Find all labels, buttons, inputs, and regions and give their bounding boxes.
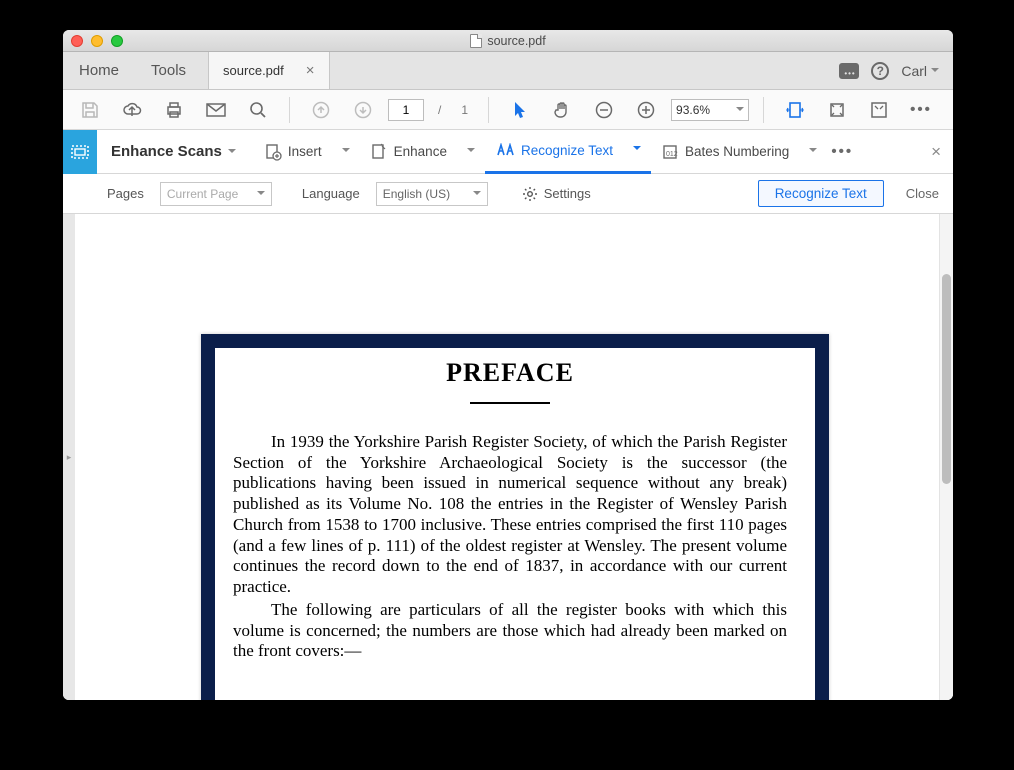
language-select[interactable]: English (US) <box>376 182 488 206</box>
close-window-button[interactable] <box>71 35 83 47</box>
bates-label: Bates Numbering <box>685 144 789 159</box>
hand-tool-icon[interactable] <box>551 99 573 121</box>
enhance-label: Enhance <box>394 144 447 159</box>
main-toolbar: / 1 93.6% ••• <box>63 90 953 130</box>
settings-label: Settings <box>544 186 591 201</box>
chevron-down-icon[interactable] <box>809 148 817 156</box>
pages-select-value: Current Page <box>167 187 249 201</box>
window-title: source.pdf <box>63 34 953 48</box>
chevron-down-icon <box>931 68 939 76</box>
fullscreen-icon[interactable] <box>868 99 890 121</box>
page-up-icon[interactable] <box>310 99 332 121</box>
tab-right-group: ••• ? Carl <box>839 52 953 89</box>
enhance-scans-toolbar: Enhance Scans Insert Enhance Recognize T… <box>63 130 953 174</box>
tab-home[interactable]: Home <box>63 52 135 89</box>
heading-rule <box>470 402 550 404</box>
recognize-text-label: Recognize Text <box>521 143 613 158</box>
scrollbar-track[interactable] <box>939 214 953 700</box>
chevron-down-icon <box>257 191 265 199</box>
settings-button[interactable]: Settings <box>522 186 591 202</box>
scrollbar-thumb[interactable] <box>942 274 951 484</box>
chevron-down-icon <box>473 191 481 199</box>
more-tools-icon[interactable]: ••• <box>910 99 932 121</box>
comments-icon[interactable]: ••• <box>839 63 859 79</box>
document-area: ▸ PREFACE In 1939 the Yorkshire Parish R… <box>63 214 953 700</box>
chevron-down-icon[interactable] <box>633 146 641 154</box>
page-number-input[interactable] <box>388 99 424 121</box>
user-menu[interactable]: Carl <box>901 63 939 79</box>
language-label: Language <box>302 186 360 201</box>
cloud-icon[interactable] <box>121 99 143 121</box>
tab-tools[interactable]: Tools <box>135 52 202 89</box>
close-panel-icon[interactable]: × <box>931 142 941 162</box>
recognize-text-subtoolbar: Pages Current Page Language English (US)… <box>63 174 953 214</box>
zoom-window-button[interactable] <box>111 35 123 47</box>
language-select-value: English (US) <box>383 187 465 201</box>
rail-grip-icon: ▸ <box>67 452 72 463</box>
pages-select[interactable]: Current Page <box>160 182 272 206</box>
enhance-scans-icon[interactable] <box>63 130 97 174</box>
zoom-in-icon[interactable] <box>635 99 657 121</box>
save-icon[interactable] <box>79 99 101 121</box>
recognize-text-tool[interactable]: Recognize Text <box>485 143 623 158</box>
insert-label: Insert <box>288 144 322 159</box>
recognize-text-tool-active: Recognize Text <box>485 130 651 174</box>
document-icon <box>470 34 482 48</box>
page-total: 1 <box>461 103 468 117</box>
page-viewport[interactable]: PREFACE In 1939 the Yorkshire Parish Reg… <box>75 214 953 700</box>
search-icon[interactable] <box>247 99 269 121</box>
page-separator: / <box>438 103 441 117</box>
tab-close-icon[interactable]: × <box>306 62 315 79</box>
chevron-down-icon[interactable] <box>467 148 475 156</box>
minimize-window-button[interactable] <box>91 35 103 47</box>
pages-label: Pages <box>107 186 144 201</box>
chevron-down-icon[interactable] <box>342 148 350 156</box>
tab-document[interactable]: source.pdf × <box>208 52 329 89</box>
doc-heading: PREFACE <box>233 358 787 388</box>
help-icon[interactable]: ? <box>871 62 889 80</box>
svg-text:012: 012 <box>666 151 678 158</box>
window-title-text: source.pdf <box>487 34 545 48</box>
doc-paragraph-1: In 1939 the Yorkshire Parish Register So… <box>233 432 787 598</box>
tab-strip: Home Tools source.pdf × ••• ? Carl <box>63 52 953 90</box>
user-name: Carl <box>901 63 927 79</box>
enhance-scans-label: Enhance Scans <box>97 143 228 160</box>
more-icon[interactable]: ••• <box>831 143 853 160</box>
tab-document-label: source.pdf <box>223 63 284 78</box>
chevron-down-icon <box>736 107 744 115</box>
close-button[interactable]: Close <box>906 186 939 201</box>
selection-tool-icon[interactable] <box>509 99 531 121</box>
recognize-text-button[interactable]: Recognize Text <box>758 180 884 207</box>
app-window: source.pdf Home Tools source.pdf × ••• ?… <box>63 30 953 700</box>
doc-paragraph-2: The following are particulars of all the… <box>233 600 787 662</box>
window-controls <box>71 35 123 47</box>
left-rail[interactable]: ▸ <box>63 214 75 700</box>
page-down-icon[interactable] <box>352 99 374 121</box>
chevron-down-icon[interactable] <box>228 149 236 157</box>
zoom-out-icon[interactable] <box>593 99 615 121</box>
gear-icon <box>522 186 538 202</box>
bates-numbering-tool[interactable]: 012 Bates Numbering <box>651 143 799 161</box>
pdf-page: PREFACE In 1939 the Yorkshire Parish Reg… <box>201 334 829 700</box>
fit-width-icon[interactable] <box>784 99 806 121</box>
zoom-select[interactable]: 93.6% <box>671 99 749 121</box>
print-icon[interactable] <box>163 99 185 121</box>
fit-page-icon[interactable] <box>826 99 848 121</box>
mail-icon[interactable] <box>205 99 227 121</box>
enhance-tool[interactable]: Enhance <box>360 143 457 161</box>
zoom-value: 93.6% <box>676 103 710 117</box>
insert-tool[interactable]: Insert <box>254 143 332 161</box>
titlebar: source.pdf <box>63 30 953 52</box>
